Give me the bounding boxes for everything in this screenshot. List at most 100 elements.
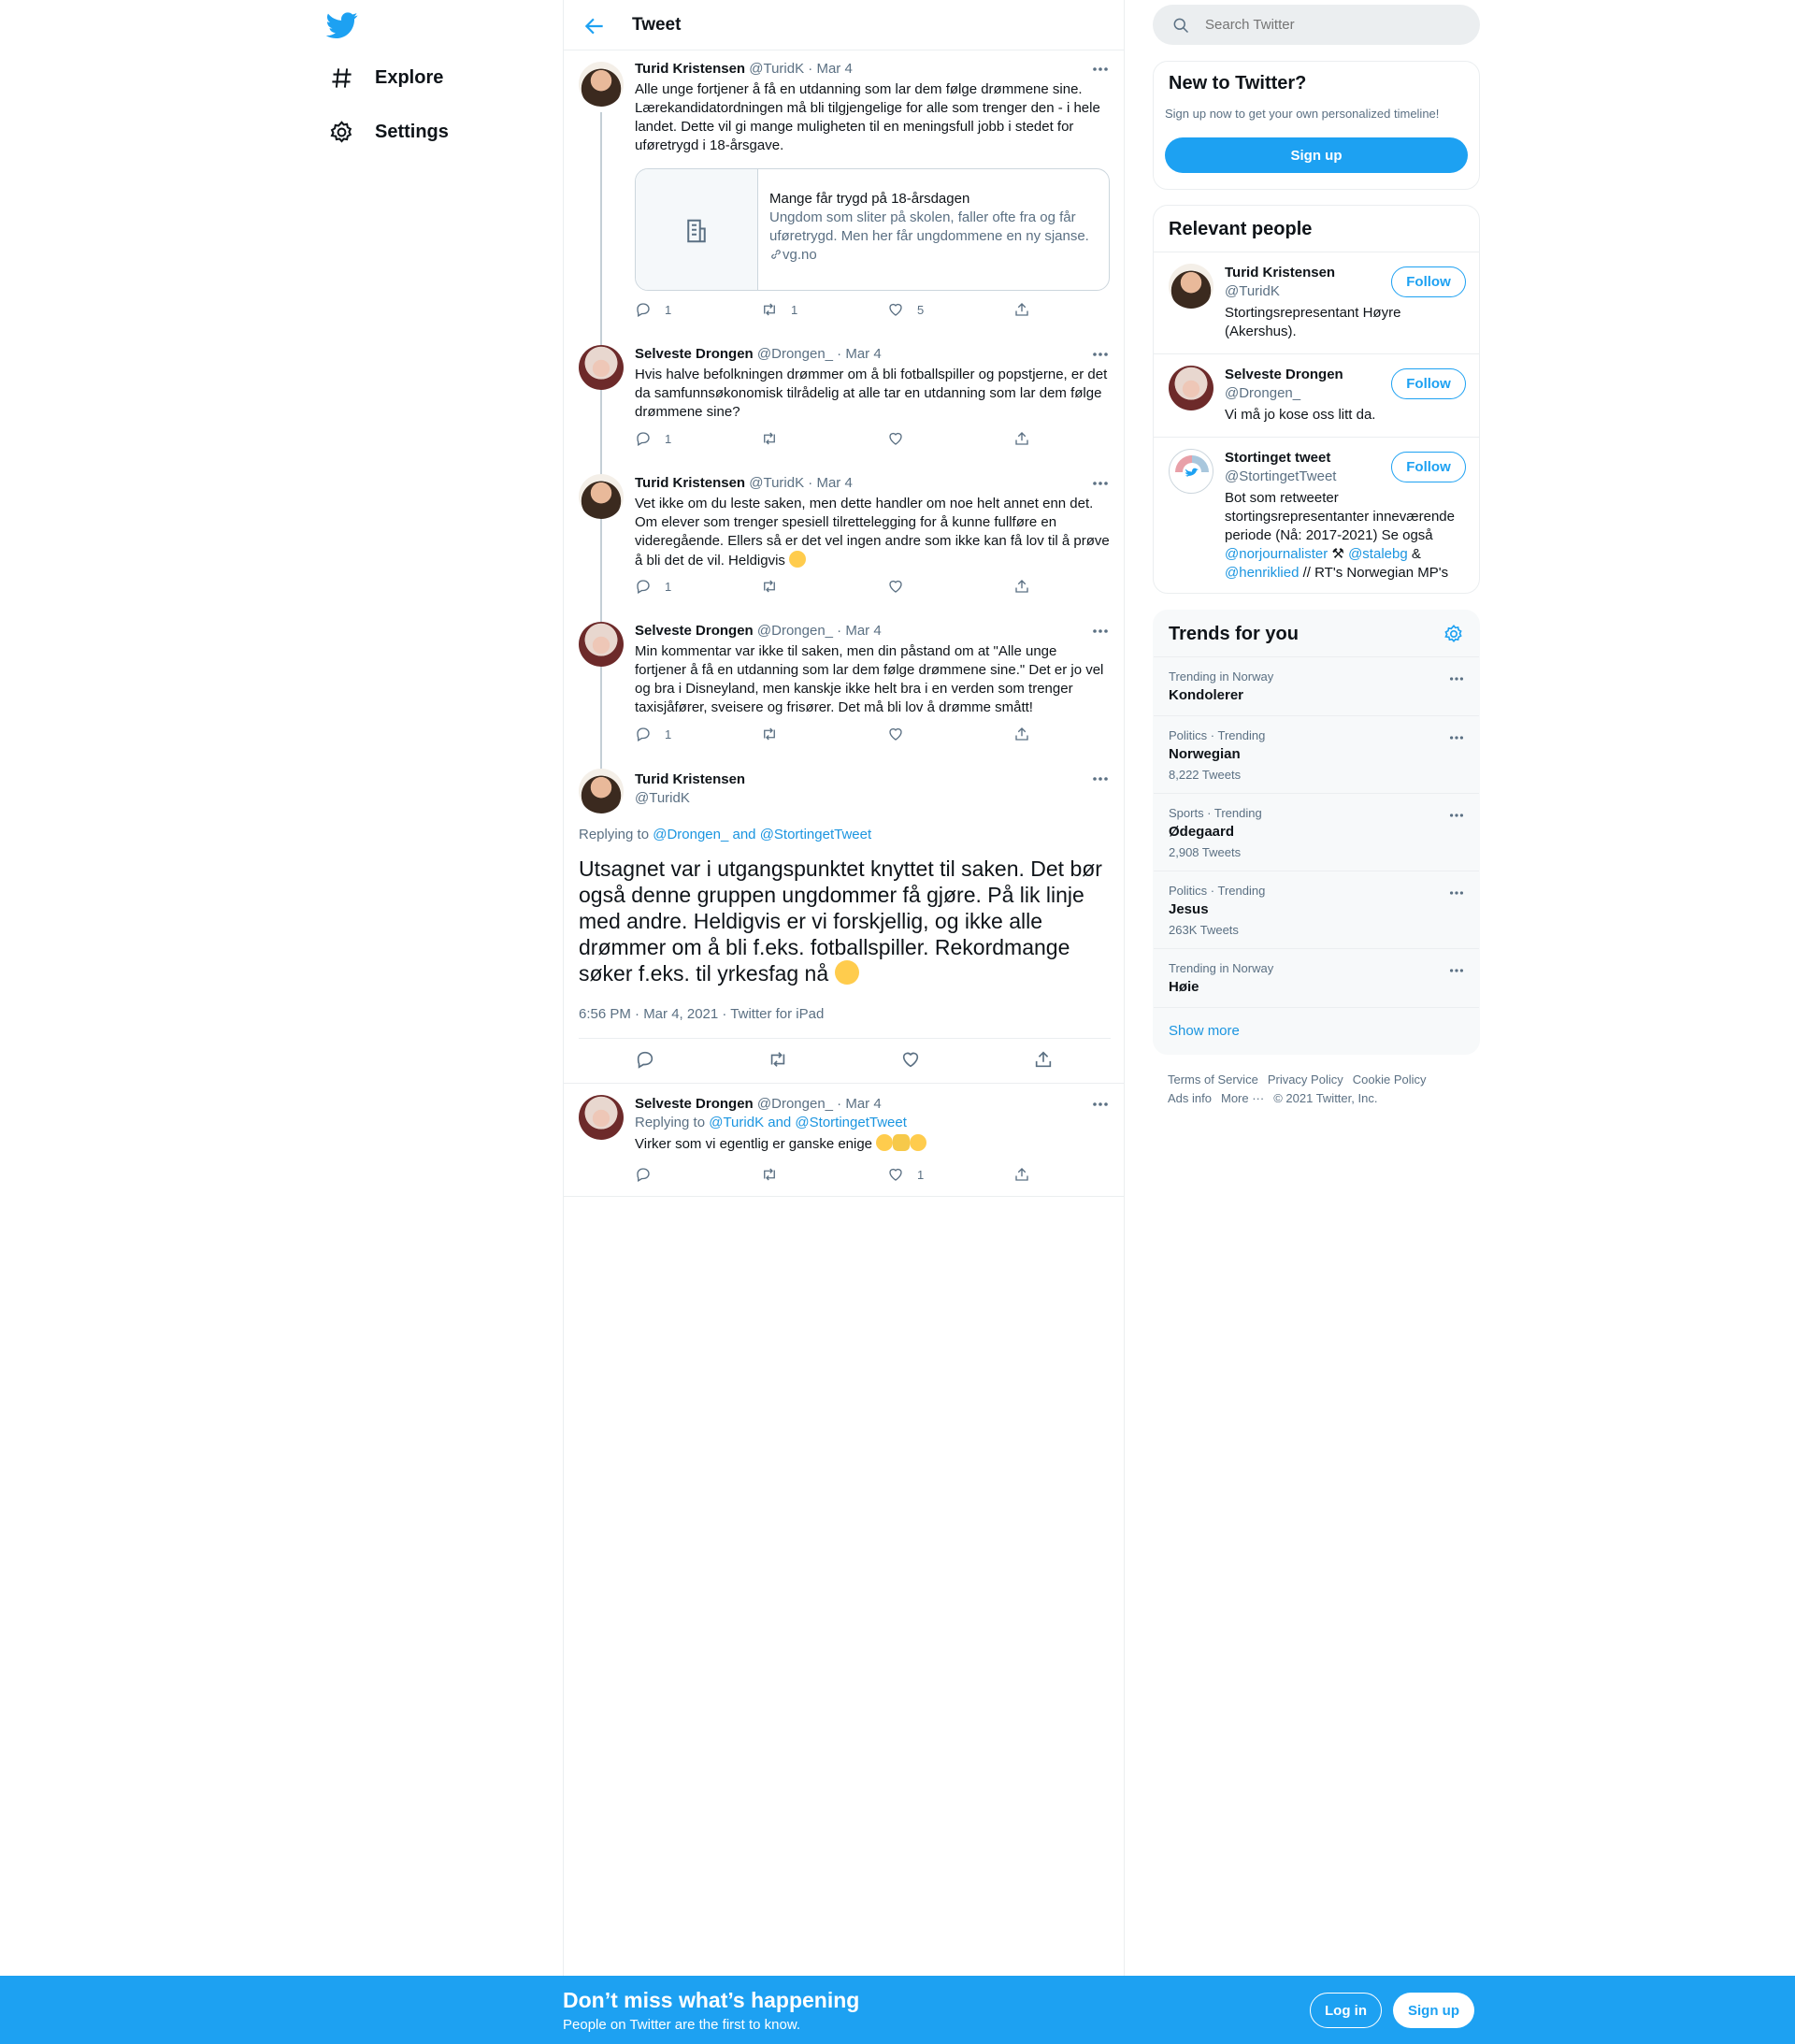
heart-icon[interactable]: [900, 1049, 921, 1070]
tweet-author-handle[interactable]: @TuridK: [749, 61, 804, 77]
avatar[interactable]: [1169, 366, 1213, 410]
tweet[interactable]: Turid Kristensen @TuridK · Mar 4 Vet ikk…: [564, 465, 1126, 612]
avatar[interactable]: [579, 622, 624, 667]
like-button[interactable]: 1: [887, 1166, 924, 1183]
person-name[interactable]: Selveste Drongen: [1225, 367, 1343, 382]
footer-ads-link[interactable]: Ads info: [1168, 1091, 1212, 1105]
follow-button[interactable]: Follow: [1391, 452, 1466, 482]
like-button[interactable]: [887, 726, 917, 742]
back-arrow-icon[interactable]: [582, 14, 607, 38]
tweet-author-name[interactable]: Selveste Drongen: [635, 1096, 754, 1112]
tweet-author-name[interactable]: Turid Kristensen: [635, 61, 745, 77]
more-options-icon[interactable]: [1447, 729, 1466, 746]
person-handle[interactable]: @StortingetTweet: [1225, 468, 1378, 486]
share-button[interactable]: [1013, 578, 1043, 595]
tweet-date[interactable]: · Mar 4: [837, 1096, 882, 1112]
twitter-logo-icon[interactable]: [325, 9, 358, 41]
reply-button[interactable]: 1: [635, 726, 671, 742]
like-button[interactable]: [887, 430, 917, 447]
tweet-author-handle[interactable]: @TuridK: [635, 789, 1111, 808]
footer-terms-link[interactable]: Terms of Service: [1168, 1072, 1258, 1087]
avatar[interactable]: [1169, 449, 1213, 494]
mention-link[interactable]: @henriklied: [1225, 565, 1299, 581]
like-button[interactable]: 5: [887, 301, 924, 318]
retweet-button[interactable]: [761, 726, 791, 742]
person-handle[interactable]: @TuridK: [1225, 282, 1378, 301]
share-icon[interactable]: [1033, 1049, 1054, 1070]
settings-gear-icon[interactable]: [1443, 624, 1464, 644]
more-options-icon[interactable]: [1090, 60, 1111, 79]
tweet-author-handle[interactable]: @Drongen_: [757, 346, 833, 362]
avatar[interactable]: [1169, 264, 1213, 309]
share-button[interactable]: [1013, 1166, 1043, 1183]
reply-button[interactable]: 1: [635, 301, 671, 318]
more-options-icon[interactable]: [1090, 345, 1111, 364]
banner-signup-button[interactable]: Sign up: [1393, 1993, 1474, 2028]
follow-button[interactable]: Follow: [1391, 368, 1466, 399]
reply-button[interactable]: 1: [635, 430, 671, 447]
footer-privacy-link[interactable]: Privacy Policy: [1268, 1072, 1343, 1087]
more-options-icon[interactable]: [1090, 474, 1111, 493]
show-more-link[interactable]: Show more: [1169, 1023, 1240, 1039]
footer-cookie-link[interactable]: Cookie Policy: [1353, 1072, 1427, 1087]
trend-item[interactable]: Trending in Norway Høie: [1154, 948, 1479, 1007]
avatar[interactable]: [579, 62, 624, 107]
avatar[interactable]: [579, 1095, 624, 1140]
more-options-icon[interactable]: [1447, 885, 1466, 901]
retweet-button[interactable]: [761, 430, 791, 447]
show-more-row[interactable]: Show more: [1154, 1007, 1479, 1054]
person-name[interactable]: Turid Kristensen: [1225, 265, 1335, 281]
tweet-author-name[interactable]: Selveste Drongen: [635, 623, 754, 639]
person-item[interactable]: Turid Kristensen @TuridK Stortingsreprese…: [1154, 252, 1479, 353]
mention-link[interactable]: @norjournalister: [1225, 546, 1328, 562]
like-button[interactable]: [887, 578, 917, 595]
tweet[interactable]: Selveste Drongen @Drongen_ · Mar 4 Reply…: [564, 1084, 1126, 1196]
person-name[interactable]: Stortinget tweet: [1225, 450, 1330, 466]
search-input[interactable]: [1205, 17, 1448, 33]
tweet-date[interactable]: · Mar 4: [837, 623, 882, 639]
more-options-icon[interactable]: [1447, 962, 1466, 979]
tweet-author-handle[interactable]: @Drongen_: [757, 1096, 833, 1112]
tweet-date[interactable]: · Mar 4: [808, 61, 853, 77]
tweet-author-handle[interactable]: @Drongen_: [757, 623, 833, 639]
replying-to-users[interactable]: @TuridK and @StortingetTweet: [709, 1115, 907, 1130]
nav-settings[interactable]: Settings: [318, 107, 460, 157]
tweet-timestamp[interactable]: 6:56 PM · Mar 4, 2021 · Twitter for iPad: [579, 1006, 824, 1022]
signup-button[interactable]: Sign up: [1165, 137, 1468, 173]
login-button[interactable]: Log in: [1310, 1993, 1382, 2028]
trend-item[interactable]: Politics · Trending Norwegian 8,222 Twee…: [1154, 715, 1479, 793]
reply-button[interactable]: 1: [635, 578, 671, 595]
more-options-icon[interactable]: [1447, 670, 1466, 687]
share-button[interactable]: [1013, 430, 1043, 447]
retweet-button[interactable]: [761, 1166, 791, 1183]
person-handle[interactable]: @Drongen_: [1225, 384, 1378, 403]
follow-button[interactable]: Follow: [1391, 266, 1466, 297]
tweet-date[interactable]: · Mar 4: [837, 346, 882, 362]
more-options-icon[interactable]: [1090, 622, 1111, 641]
tweet-author-name[interactable]: Turid Kristensen: [635, 771, 745, 787]
trend-item[interactable]: Sports · Trending Ødegaard 2,908 Tweets: [1154, 793, 1479, 871]
tweet[interactable]: Selveste Drongen @Drongen_ · Mar 4 Min k…: [564, 612, 1126, 760]
trend-item[interactable]: Politics · Trending Jesus 263K Tweets: [1154, 871, 1479, 948]
more-options-icon[interactable]: [1447, 807, 1466, 824]
retweet-button[interactable]: 1: [761, 301, 797, 318]
avatar[interactable]: [579, 474, 624, 519]
share-button[interactable]: [1013, 726, 1043, 742]
nav-explore[interactable]: Explore: [318, 52, 454, 103]
person-item[interactable]: Selveste Drongen @Drongen_ Vi må jo kose …: [1154, 353, 1479, 437]
tweet-date[interactable]: · Mar 4: [808, 475, 853, 491]
reply-icon[interactable]: [635, 1049, 655, 1070]
share-button[interactable]: [1013, 301, 1043, 318]
retweet-icon[interactable]: [768, 1049, 788, 1070]
reply-button[interactable]: [635, 1166, 665, 1183]
tweet[interactable]: Turid Kristensen @TuridK · Mar 4 Alle un…: [564, 50, 1126, 336]
retweet-button[interactable]: [761, 578, 791, 595]
mention-link[interactable]: @stalebg: [1348, 546, 1408, 562]
more-options-icon[interactable]: [1090, 770, 1111, 788]
tweet[interactable]: Selveste Drongen @Drongen_ · Mar 4 Hvis …: [564, 336, 1126, 465]
avatar[interactable]: [579, 769, 624, 813]
person-item[interactable]: Stortinget tweet @StortingetTweet Bot som…: [1154, 437, 1479, 593]
footer-more-link[interactable]: More ···: [1221, 1091, 1264, 1105]
avatar[interactable]: [579, 345, 624, 390]
tweet-author-name[interactable]: Turid Kristensen: [635, 475, 745, 491]
